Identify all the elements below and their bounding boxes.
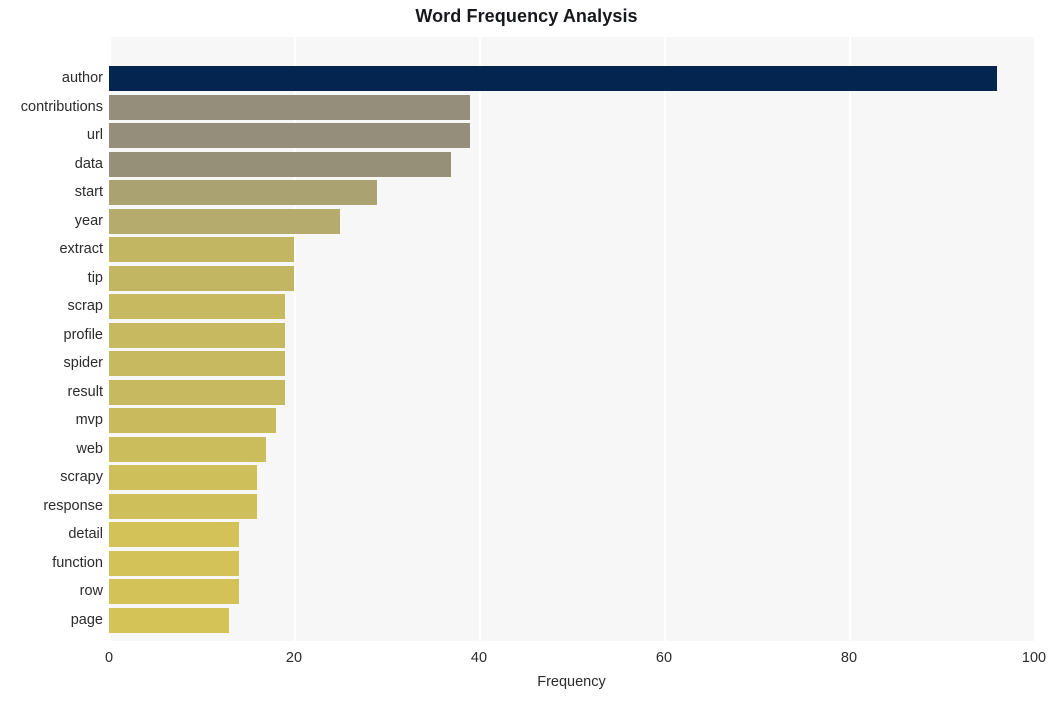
x-axis-title: Frequency bbox=[537, 674, 606, 690]
bar-tip bbox=[109, 265, 294, 291]
y-tick-label-row: row bbox=[79, 583, 103, 599]
x-tick-label-0: 0 bbox=[104, 650, 114, 666]
bar-contributions bbox=[109, 94, 470, 120]
bar-row bbox=[109, 549, 1034, 578]
y-tick-label-mvp: mvp bbox=[75, 412, 103, 428]
bar-scrapy bbox=[109, 465, 257, 490]
y-tick-label-start: start bbox=[74, 184, 103, 200]
y-tick-label-spider: spider bbox=[63, 355, 104, 371]
y-tick-label-profile: profile bbox=[63, 326, 104, 343]
bar-year bbox=[109, 208, 341, 234]
x-tick-label-80: 80 bbox=[840, 650, 858, 666]
y-tick-label-function: function bbox=[52, 554, 103, 571]
bar-author bbox=[109, 66, 997, 91]
word-frequency-chart-figure: Word Frequency Analysis author contributi… bbox=[0, 0, 1053, 701]
y-tick-label-scrapy: scrapy bbox=[60, 469, 103, 485]
bar-row bbox=[109, 520, 1034, 549]
bar-data bbox=[109, 151, 452, 177]
y-tick-label-contributions: contributions bbox=[20, 98, 103, 115]
bar-scrap bbox=[109, 294, 285, 319]
y-tick-label-url: url bbox=[86, 127, 103, 143]
bar-mvp bbox=[109, 408, 276, 433]
bar-profile bbox=[109, 322, 285, 348]
bar-row bbox=[109, 435, 1034, 464]
bars-layer bbox=[109, 37, 1034, 641]
bar-result bbox=[109, 379, 285, 405]
bar-row bbox=[109, 321, 1034, 350]
bar-url bbox=[109, 123, 470, 148]
bar-page bbox=[109, 607, 230, 633]
bar-extract bbox=[109, 237, 294, 262]
bar-row bbox=[109, 64, 1034, 93]
bar-response bbox=[109, 493, 257, 519]
bar-row bbox=[109, 406, 1034, 435]
bar-row bbox=[109, 235, 1034, 264]
y-tick-label-web: web bbox=[76, 440, 103, 457]
y-tick-label-scrap: scrap bbox=[67, 298, 103, 314]
bar-row bbox=[109, 579, 239, 604]
x-tick-label-40: 40 bbox=[470, 650, 488, 666]
x-tick-label-60: 60 bbox=[655, 650, 673, 666]
chart-title: Word Frequency Analysis bbox=[415, 6, 638, 26]
x-axis-tick-labels: 0 20 40 60 80 100 bbox=[0, 650, 1053, 672]
y-tick-label-page: page bbox=[70, 611, 103, 628]
y-tick-label-tip: tip bbox=[87, 269, 103, 286]
y-tick-label-detail: detail bbox=[68, 526, 103, 542]
bar-spider bbox=[109, 351, 285, 376]
bar-row bbox=[109, 207, 1034, 236]
bar-function bbox=[109, 550, 239, 576]
bar-row bbox=[109, 349, 1034, 378]
bar-row bbox=[109, 150, 1034, 179]
y-tick-label-response: response bbox=[43, 497, 103, 514]
x-tick-label-20: 20 bbox=[285, 650, 303, 666]
bar-row bbox=[109, 378, 1034, 407]
bar-row bbox=[109, 463, 1034, 492]
bar-detail bbox=[109, 522, 239, 547]
bar-web bbox=[109, 436, 267, 462]
bar-row bbox=[109, 606, 1034, 635]
bar-row bbox=[109, 264, 1034, 293]
y-tick-label-data: data bbox=[74, 155, 103, 172]
y-tick-label-year: year bbox=[74, 212, 103, 229]
bar-row bbox=[109, 492, 1034, 521]
bar-row bbox=[109, 577, 1034, 606]
y-tick-label-result: result bbox=[67, 383, 103, 400]
bar-row bbox=[109, 121, 1034, 150]
y-axis-tick-labels: author contributions url data start year extra… bbox=[0, 37, 103, 641]
bar-row bbox=[109, 178, 1034, 207]
bar-row bbox=[109, 93, 1034, 122]
y-tick-label-extract: extract bbox=[59, 241, 103, 257]
x-tick-label-100: 100 bbox=[1021, 650, 1047, 666]
bar-row bbox=[109, 292, 1034, 321]
bar-start bbox=[109, 180, 378, 205]
y-tick-label-author: author bbox=[61, 70, 103, 86]
